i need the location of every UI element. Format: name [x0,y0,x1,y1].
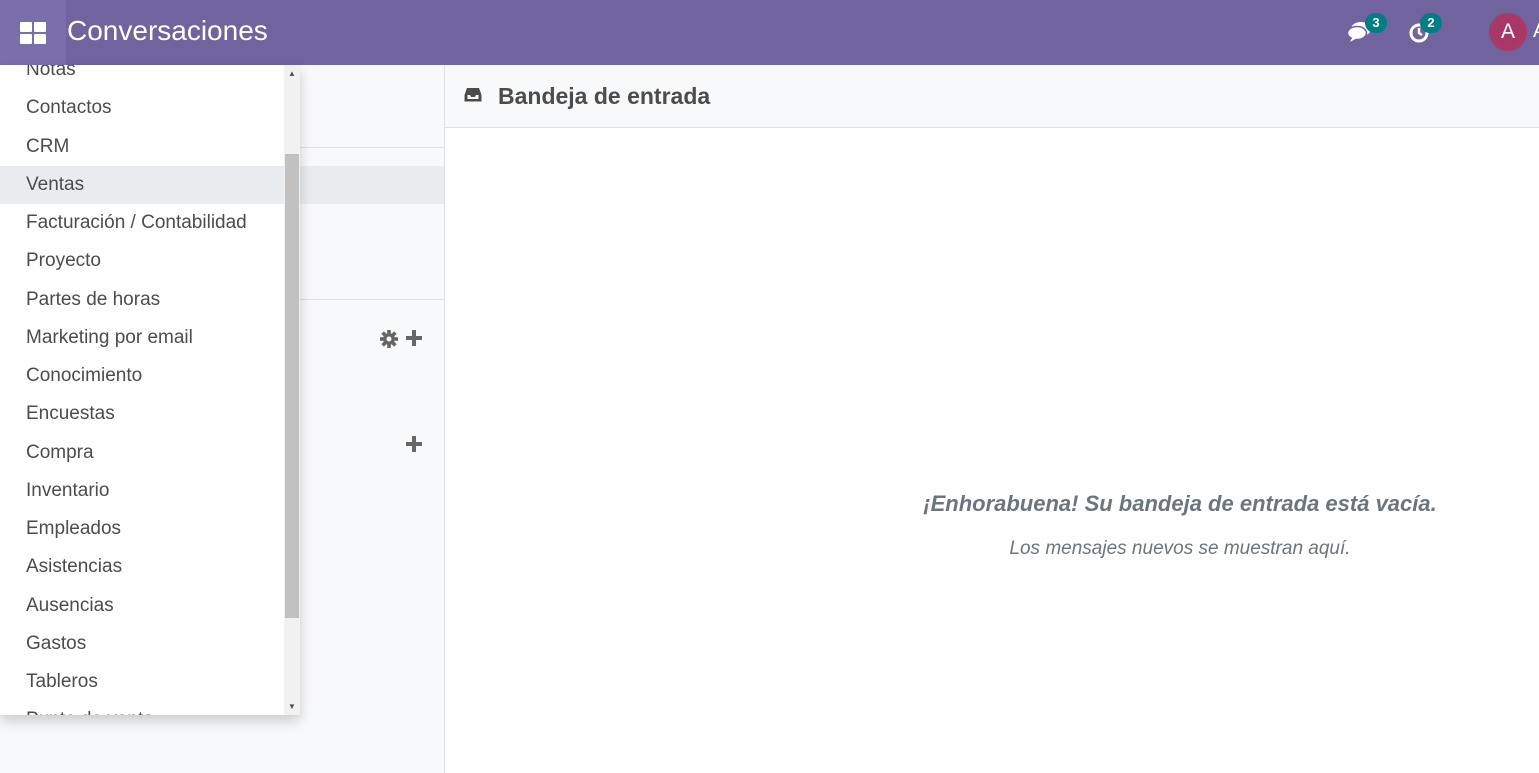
apps-menu-item[interactable]: Ausencias [0,587,284,625]
app-title[interactable]: Conversaciones [67,14,268,48]
apps-menu-button[interactable] [0,0,66,65]
sidebar-divider [300,147,444,148]
user-avatar[interactable]: A [1489,13,1527,51]
activities-count-badge: 2 [1420,13,1442,33]
apps-menu-item[interactable]: Partes de horas [0,281,284,319]
apps-menu-item[interactable]: Tableros [0,663,284,701]
messages-count-badge: 3 [1365,13,1387,33]
page-title: Bandeja de entrada [498,83,711,109]
apps-menu-item[interactable]: CRM [0,128,284,166]
sidebar-item-inbox-active[interactable] [300,166,444,204]
apps-menu-item[interactable]: Punto de venta [0,701,284,715]
apps-menu-item[interactable]: Asistencias [0,548,284,586]
dropdown-scrollbar[interactable]: ▲ ▼ [284,65,300,715]
inbox-icon [464,88,482,102]
apps-menu-item[interactable]: Compra [0,434,284,472]
scrollbar-thumb[interactable] [285,154,299,618]
apps-dropdown-menu: Notas Contactos CRM Ventas Facturación / Con… [0,65,300,715]
apps-menu-item[interactable]: Gastos [0,625,284,663]
apps-menu-item[interactable]: Marketing por email [0,319,284,357]
empty-inbox-subtitle: Los mensajes nuevos se muestran aquí. [1009,538,1351,559]
empty-inbox-title: ¡Enhorabuena! Su bandeja de entrada está… [923,491,1437,516]
top-navbar: Conversaciones 3 2 A A [0,0,1539,65]
activities-button[interactable]: 2 [1408,13,1442,46]
apps-menu-item[interactable]: Contactos [0,89,284,127]
scroll-down-arrow-icon[interactable]: ▼ [284,698,300,715]
apps-menu-item[interactable]: Notas [0,65,284,89]
add-message-plus-icon[interactable] [405,435,423,453]
apps-menu-item[interactable]: Facturación / Contabilidad [0,204,284,242]
add-channel-plus-icon[interactable] [405,329,423,347]
apps-menu-item[interactable]: Inventario [0,472,284,510]
grid-icon [20,21,46,44]
apps-menu-item[interactable]: Ventas [0,165,284,204]
gear-icon[interactable] [380,330,398,348]
scroll-up-arrow-icon[interactable]: ▲ [284,65,300,82]
empty-inbox-panel: ¡Enhorabuena! Su bandeja de entrada está… [445,128,1539,773]
apps-menu-item[interactable]: Encuestas [0,395,284,433]
apps-menu-item[interactable]: Empleados [0,510,284,548]
messages-button[interactable]: 3 [1346,13,1387,46]
sidebar-divider [300,299,444,300]
main-header: Bandeja de entrada [445,65,1539,128]
apps-menu-item[interactable]: Proyecto [0,242,284,280]
username[interactable]: A [1533,20,1539,43]
apps-menu-item[interactable]: Conocimiento [0,357,284,395]
